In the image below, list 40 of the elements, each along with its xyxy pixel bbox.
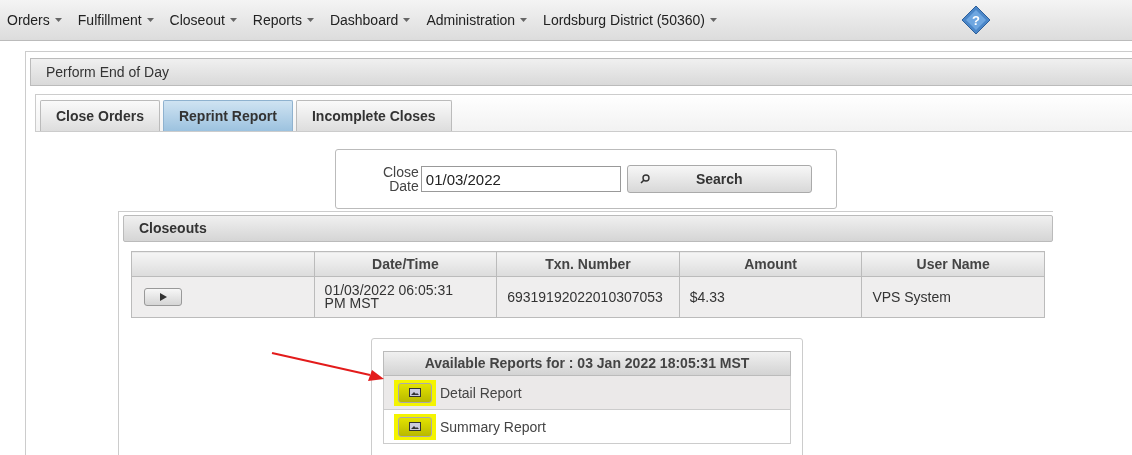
image-icon: [409, 422, 421, 431]
report-row[interactable]: Detail Report: [383, 376, 791, 410]
column-header: Amount: [679, 251, 862, 277]
column-header: Date/Time: [314, 251, 497, 277]
tab[interactable]: Reprint Report: [162, 100, 293, 131]
caret-icon: [403, 18, 411, 22]
menu-item[interactable]: Dashboard: [321, 12, 419, 28]
column-header: Txn. Number: [496, 251, 680, 277]
report-name: Summary Report: [440, 418, 546, 435]
tab[interactable]: Close Orders: [40, 100, 160, 131]
play-icon: [159, 293, 167, 301]
tab[interactable]: Incomplete Closes: [295, 100, 452, 131]
panel-title: Closeouts: [123, 215, 1053, 242]
reports-title: Available Reports for : 03 Jan 2022 18:05:31 MST: [383, 351, 791, 376]
table-cell: VPS System: [861, 276, 1045, 318]
caret-icon: [306, 18, 314, 22]
menu-item[interactable]: Closeout: [161, 12, 245, 28]
caret-icon: [54, 18, 62, 22]
menu-item[interactable]: Reports: [244, 12, 322, 28]
date-field[interactable]: 01/03/2022: [420, 166, 621, 192]
menu-item[interactable]: Orders: [0, 12, 70, 28]
menu-item[interactable]: Administration: [418, 12, 536, 28]
caret-icon: [229, 18, 237, 22]
menu-item[interactable]: Fulfillment: [69, 12, 162, 28]
expand-button[interactable]: [144, 288, 182, 306]
panel-title: Perform End of Day: [30, 58, 1132, 86]
search-icon: [639, 174, 650, 184]
table-cell: $4.33: [679, 276, 862, 318]
report-row[interactable]: Summary Report: [383, 410, 791, 444]
caret-icon: [146, 18, 154, 22]
caret-icon: [709, 18, 717, 22]
report-name: Detail Report: [440, 384, 522, 401]
caret-icon: [520, 18, 528, 22]
column-header: User Name: [861, 251, 1045, 277]
field-label: Close Date: [383, 165, 419, 193]
menu-item[interactable]: Lordsburg District (50360): [535, 12, 725, 28]
image-icon: [409, 388, 421, 397]
table-cell: 69319192022010307053: [496, 276, 680, 318]
table-cell: 01/03/2022 06:05:31 PM MST: [314, 276, 497, 318]
search-button[interactable]: Search: [626, 165, 812, 193]
